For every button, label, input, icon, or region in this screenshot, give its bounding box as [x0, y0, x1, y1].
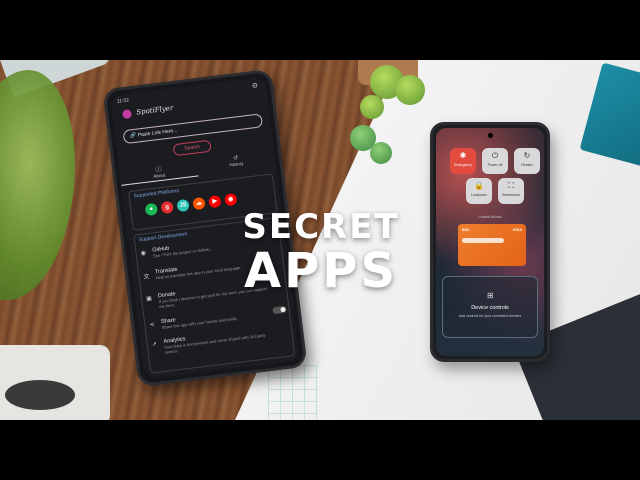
card-strip: [462, 238, 504, 243]
app-title: SpotiFlyer: [135, 104, 174, 117]
locked-text: Locked Unlock: [478, 215, 502, 219]
share-icon: ⋖: [149, 321, 155, 329]
video-title: SECRET APPS: [226, 208, 416, 296]
succulent-leaf: [370, 142, 392, 164]
device-controls-title: Device controls: [471, 305, 509, 311]
tile-label: Screenshot: [502, 193, 520, 197]
letterbox-bottom: [0, 420, 640, 480]
search-button[interactable]: Search: [172, 139, 212, 157]
tile-label: Restart: [521, 163, 533, 167]
dev-item-sub: Share this app with your friends and fam…: [161, 315, 238, 330]
front-camera: [488, 133, 493, 138]
right-phone: ✱ Emergency ⏻ Power off ↻ Restart 🔒 Lock…: [430, 122, 550, 362]
app-logo-icon: [122, 109, 133, 120]
succulent-leaf: [360, 95, 384, 119]
card-brand: VISA: [512, 227, 522, 232]
power-menu-screen: ✱ Emergency ⏻ Power off ↻ Restart 🔒 Lock…: [436, 128, 544, 356]
succulent-leaf: [395, 75, 425, 105]
title-line-2: APPS: [243, 243, 399, 299]
grid-notepad: [268, 365, 318, 420]
tile-label: Power off: [487, 163, 503, 167]
mug-rim: [5, 380, 75, 410]
wallet-card[interactable]: ING VISA: [458, 224, 526, 266]
title-line-1: SECRET: [242, 207, 400, 247]
github-icon: ◉: [140, 250, 147, 258]
tab-history-label: History: [229, 160, 244, 168]
tile-label: Lockdown: [471, 193, 487, 197]
tab-about-label: About: [153, 172, 166, 179]
power-icon: ⏻: [491, 151, 499, 160]
screenshot-tile[interactable]: ⛶ Screenshot: [498, 178, 524, 204]
donate-icon: ▣: [145, 296, 153, 303]
translate-icon: 文: [143, 274, 150, 281]
share-toggle[interactable]: [272, 305, 287, 315]
letterbox-top: [0, 0, 640, 60]
device-controls-icon: ⊞: [487, 291, 494, 300]
gaana-icon: g: [160, 200, 174, 215]
device-controls-sub: Add controls for your connected devices: [458, 314, 522, 318]
analytics-icon: ↗: [151, 341, 158, 349]
emergency-icon: ✱: [459, 151, 467, 160]
gear-icon[interactable]: ⚙: [251, 82, 258, 90]
power-off-tile[interactable]: ⏻ Power off: [482, 148, 508, 174]
restart-icon: ↻: [523, 151, 531, 160]
link-input[interactable]: 🔗 Paste Link Here...: [122, 113, 264, 145]
dev-item-sub: Your Data is Anonymized and never shared…: [163, 332, 266, 355]
tab-history[interactable]: ↺ History: [197, 150, 276, 171]
tile-label: Emergency: [454, 163, 472, 167]
status-time: 11:02: [116, 97, 130, 105]
tab-about[interactable]: ⓘ About: [119, 159, 199, 186]
soundcloud-icon: ☁: [192, 196, 206, 211]
supported-platforms-title: Supported Platforms: [133, 187, 180, 200]
restart-tile[interactable]: ↻ Restart: [514, 148, 540, 174]
link-input-placeholder: Paste Link Here...: [137, 127, 178, 139]
youtube-icon: ▶: [208, 194, 222, 209]
device-controls-panel[interactable]: ⊞ Device controls Add controls for your …: [442, 276, 538, 338]
spotify-icon: ●: [144, 202, 159, 217]
lockdown-tile[interactable]: 🔒 Lockdown: [466, 178, 492, 204]
screenshot-icon: ⛶: [508, 181, 514, 190]
lock-icon: 🔒: [474, 181, 484, 190]
support-development-title: Support Development: [138, 231, 188, 244]
emergency-tile[interactable]: ✱ Emergency: [450, 148, 476, 174]
card-bank: ING: [462, 227, 470, 232]
photo-scene: 11:02 ⚙ SpotiFlyer 🔗 Paste Link Here... …: [0, 60, 640, 420]
jiosaavn-icon: JS: [176, 198, 190, 213]
youtube-music-icon: ◉: [224, 192, 238, 207]
